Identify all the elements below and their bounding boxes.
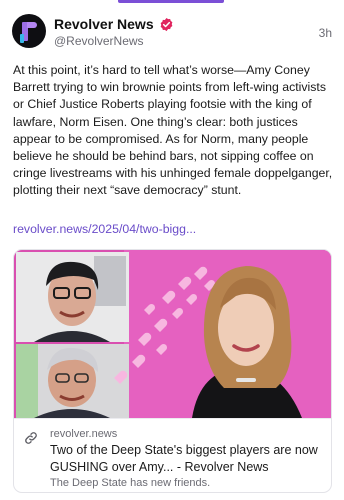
link-preview-domain: revolver.news [50, 428, 118, 440]
link-preview-title: Two of the Deep State's biggest players … [50, 443, 318, 474]
author-handle[interactable]: @RevolverNews [54, 34, 144, 48]
author-name-row: Revolver News [54, 16, 174, 32]
logo-arm [27, 22, 37, 28]
woman-necklace [236, 378, 256, 382]
verified-badge-icon [160, 17, 172, 31]
link-preview-meta[interactable]: revolver.news Two of the Deep State's bi… [14, 418, 331, 492]
post-link[interactable]: revolver.news/2025/04/two-bigg... [13, 222, 196, 236]
post-header: Revolver News @RevolverNews 3h [12, 14, 332, 50]
link-chain-icon [25, 432, 37, 444]
active-tab-indicator [118, 0, 224, 3]
link-preview-description: The Deep State has new friends. [50, 477, 211, 489]
author-display-name[interactable]: Revolver News [54, 16, 154, 32]
post-timestamp[interactable]: 3h [319, 26, 332, 40]
avatar[interactable] [12, 14, 46, 48]
post-text: At this point, it’s hard to tell what’s … [13, 63, 333, 198]
logo-accent [20, 34, 24, 43]
link-preview-image[interactable] [14, 250, 331, 418]
inset-plant [16, 344, 38, 418]
link-preview-card[interactable]: revolver.news Two of the Deep State's bi… [13, 249, 332, 493]
inset-bookshelf [94, 256, 126, 306]
preview-photo-collage [14, 250, 331, 418]
